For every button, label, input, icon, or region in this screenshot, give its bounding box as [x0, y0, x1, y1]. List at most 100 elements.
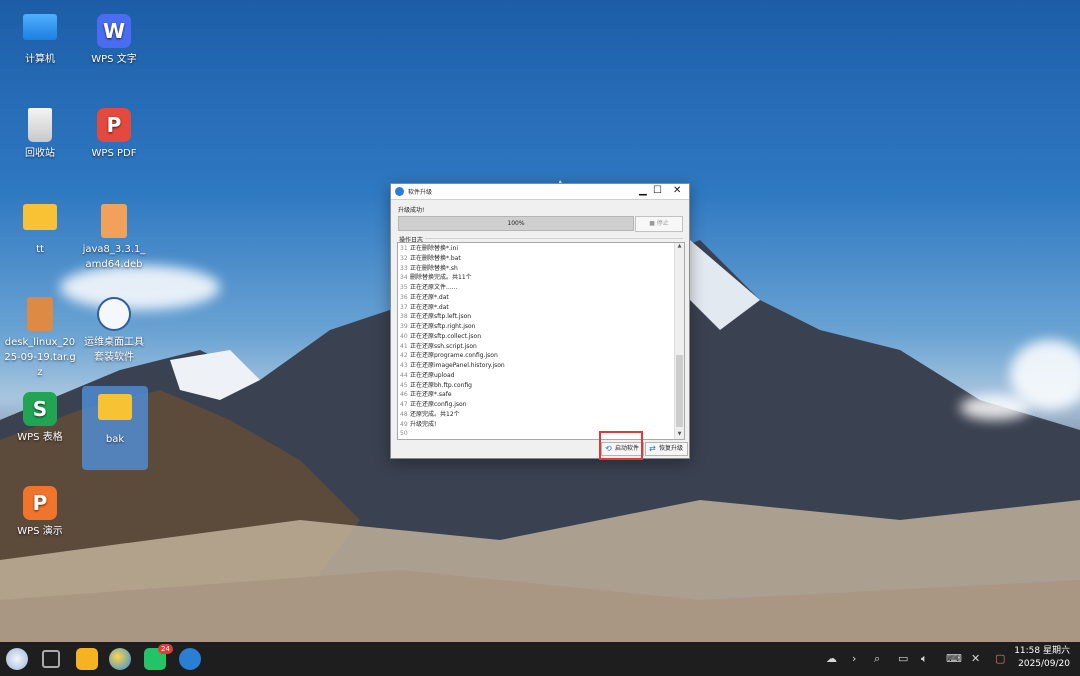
progress-text: 100%: [507, 220, 525, 227]
log-line-text: 升级完成!: [410, 420, 437, 428]
keyboard-icon[interactable]: ⌨: [946, 652, 962, 665]
desktop-icon-label: WPS 表格: [17, 432, 63, 443]
log-textarea[interactable]: 31 正在删除替换*.ini 32 正在删除替换*.bat 33 正在删除替换*.sh 34…: [397, 242, 685, 440]
wps-pdf-icon: P: [97, 108, 131, 142]
log-line: 39 正在还原sftp.right.json: [400, 322, 475, 332]
desktop-icon-label: bak: [105, 434, 125, 445]
desktop-icon-label: java8_3.3.1_amd64.deb: [82, 244, 146, 270]
log-line-number: 46: [400, 391, 408, 399]
log-line-text: 正在还原sftp.collect.json: [410, 332, 482, 340]
log-line: 36 正在还原*.dat: [400, 293, 449, 303]
log-line-text: 正在删除替换*.sh: [410, 264, 458, 272]
chevron-right-icon[interactable]: ›: [852, 652, 856, 665]
log-line: 49 升级完成!: [400, 420, 436, 430]
log-line-number: 47: [400, 401, 408, 408]
device-icon[interactable]: ▭: [898, 652, 908, 665]
log-line-text: 正在还原config.json: [410, 401, 467, 408]
log-line-text: 正在还原sftp.right.json: [410, 323, 476, 330]
log-line: 44 正在还原upload: [400, 371, 454, 381]
desktop-icon-label: WPS 文字: [91, 54, 137, 65]
stop-button-label: 停止: [656, 220, 669, 227]
wps-sheets-icon: S: [23, 392, 57, 426]
wps-writer-icon: W: [97, 14, 131, 48]
log-line-number: 31: [400, 245, 408, 252]
restore-upgrade-button[interactable]: ⇄ 恢复升级: [645, 442, 688, 456]
log-line: 46 正在还原*.safe: [400, 390, 452, 400]
cloud: [960, 395, 1030, 420]
log-line-text: 正在还原sftp.left.json: [410, 313, 472, 321]
chat-app-icon[interactable]: 24: [144, 644, 173, 670]
log-line-number: 41: [400, 342, 408, 350]
log-line-number: 50: [400, 430, 408, 438]
clock[interactable]: 11:58 星期六 2025/09/20: [1014, 645, 1070, 671]
scroll-down-icon[interactable]: ▼: [675, 431, 684, 439]
volume-icon[interactable]: 🔈︎: [921, 652, 928, 666]
file-manager-icon[interactable]: [76, 648, 98, 670]
log-line: 48 还原完成。共12个: [400, 410, 460, 420]
log-line-number: 43: [400, 362, 408, 369]
log-line: 45 正在还原bh.ftp.config: [400, 381, 472, 391]
multitask-view-icon[interactable]: [42, 650, 60, 668]
scroll-up-icon[interactable]: ▲: [675, 243, 684, 251]
log-line-number: 33: [400, 264, 408, 272]
desktop-icon-wps-sheets[interactable]: S WPS 表格: [0, 392, 83, 445]
restore-button-label: 恢复升级: [659, 445, 684, 452]
wps-presentation-icon: P: [23, 486, 57, 520]
log-line: 31 正在删除替换*.ini: [400, 244, 458, 254]
log-line: 42 正在还原programe.config.json: [400, 351, 498, 361]
log-line-number: 45: [400, 381, 408, 389]
desktop-icon-java-deb[interactable]: java8_3.3.1_amd64.deb: [71, 204, 157, 272]
log-line-number: 32: [400, 254, 408, 262]
log-line-number: 36: [400, 293, 408, 301]
search-icon[interactable]: ⌕: [874, 652, 880, 666]
notification-icon[interactable]: ▢: [995, 652, 1005, 665]
log-line-number: 35: [400, 284, 408, 291]
browser-icon[interactable]: [109, 648, 131, 670]
cloud-upgrade-app-icon[interactable]: [179, 648, 201, 670]
log-line-number: 39: [400, 323, 408, 330]
log-line: 43 正在还原imagePanel.history.json: [400, 361, 505, 371]
clock-time: 11:58 星期六: [1014, 646, 1070, 656]
desktop-icon-label: 计算机: [25, 54, 55, 65]
desktop-icon-wps-pdf[interactable]: P WPS PDF: [71, 108, 157, 161]
log-line: 32 正在删除替换*.bat: [400, 254, 461, 264]
desktop-icon-bak[interactable]: bak: [82, 386, 148, 470]
log-scrollbar[interactable]: ▲ ▼: [674, 243, 684, 439]
log-line-text: 正在删除替换*.ini: [410, 245, 459, 252]
folder-icon: [23, 204, 57, 230]
log-line-number: 42: [400, 352, 408, 360]
log-line-text: 正在还原ssh.script.json: [410, 342, 477, 350]
log-line-text: 正在还原*.dat: [410, 303, 449, 311]
dialog-titlebar[interactable]: 软件升级 ▁ ☐ ✕: [391, 184, 689, 200]
network-off-icon[interactable]: ✕: [971, 652, 980, 665]
desktop-icon-wps-presentation[interactable]: P WPS 演示: [0, 486, 83, 539]
cloud-tray-icon[interactable]: ☁: [826, 652, 837, 665]
progress-bar: 100%: [398, 216, 634, 231]
log-line: 40 正在还原sftp.collect.json: [400, 332, 481, 342]
log-line: 47 正在还原config.json: [400, 400, 467, 410]
log-line-number: 40: [400, 332, 408, 340]
taskbar: 24 ☁ › ⌕ ▭ 🔈︎ ⌨ ✕ ▢ 11:58 星期六 2025/09/20: [0, 642, 1080, 676]
minimize-icon[interactable]: ▁: [639, 185, 647, 197]
ops-tool-icon: [97, 297, 131, 331]
log-line-text: 正在还原imagePanel.history.json: [410, 362, 505, 369]
scroll-thumb[interactable]: [676, 355, 683, 427]
log-line-text: 正在还原upload: [410, 371, 455, 379]
divider: [425, 238, 683, 239]
stop-button[interactable]: ■ 停止: [635, 216, 683, 232]
log-line-number: 34: [400, 274, 408, 282]
desktop-icon-wps-writer[interactable]: W WPS 文字: [71, 14, 157, 67]
log-line-text: 正在还原*.safe: [410, 391, 452, 399]
log-line-number: 44: [400, 371, 408, 379]
start-menu-icon[interactable]: [6, 648, 28, 670]
desktop-icon-ops-tool[interactable]: 运维桌面工具套装软件: [71, 297, 157, 365]
log-line-text: 正在删除替换*.bat: [410, 254, 461, 262]
close-icon[interactable]: ✕: [673, 185, 681, 197]
notification-badge: 24: [158, 644, 173, 654]
log-line: 33 正在删除替换*.sh: [400, 264, 458, 274]
desktop-icon-label: 回收站: [25, 148, 55, 159]
computer-icon: [23, 14, 57, 40]
log-line-text: 正在还原文件......: [410, 284, 458, 291]
log-line: 37 正在还原*.dat: [400, 303, 449, 313]
maximize-icon[interactable]: ☐: [653, 185, 662, 197]
